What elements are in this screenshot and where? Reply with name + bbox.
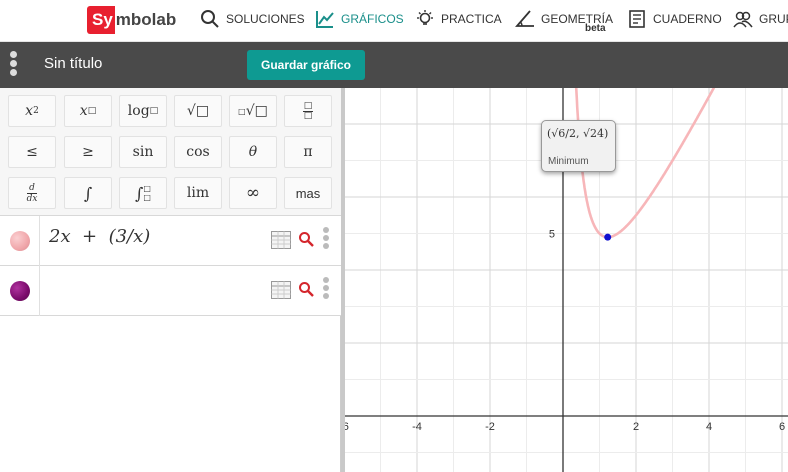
key-limit[interactable]: lim [174,177,222,209]
key-sin[interactable]: sin [119,136,167,168]
x-tick-label: -6 [345,421,349,433]
expression-gutter [0,216,40,266]
expression-options-icon[interactable] [323,277,331,307]
lightbulb-icon [417,10,433,25]
nav-grupos-label: GRUP [759,12,788,26]
zoom-to-fit-icon[interactable] [298,281,314,297]
key-fraction[interactable]: □ □ [284,95,332,127]
zoom-to-fit-icon[interactable] [298,231,314,247]
nav-cuaderno[interactable]: CUADERNO [627,8,722,30]
key-integral[interactable]: ∫ [64,177,112,209]
x-tick-label: -4 [412,421,422,433]
expression-row[interactable]: 2x + (3/x) [0,216,341,266]
y-tick-label: 5 [549,229,555,241]
x-tick-label: -2 [485,421,495,433]
key-x-squared[interactable]: x2 [8,95,56,127]
minimum-tooltip: (√6/2, √24) Minimum [541,120,616,172]
expression-input[interactable]: 2x + (3/x) [49,226,150,247]
key-more[interactable]: mas [284,177,332,209]
key-infinity[interactable]: ∞ [229,177,277,209]
menu-kebab-icon[interactable] [9,49,19,81]
nav-graficos[interactable]: GRÁFICOS [315,8,404,30]
notebook-icon [629,10,645,28]
key-cos[interactable]: cos [174,136,222,168]
key-log[interactable]: log □ [119,95,167,127]
graph-title-bar: Sin título Guardar gráfico [0,42,788,88]
nav-graficos-label: GRÁFICOS [341,12,404,26]
minimum-label: Minimum [548,156,589,167]
key-greater-equal[interactable]: ≥ [64,136,112,168]
expression-options-icon[interactable] [323,227,331,257]
key-derivative[interactable]: d dx [8,177,56,209]
x-tick-label: 6 [779,421,785,433]
expression-gutter [0,266,40,316]
expression-panel: x2 x □ log □ √□ □ √□ □ □ ≤ ≥ sin cos θ π d dx… [0,88,341,472]
save-graph-button[interactable]: Guardar gráfico [247,50,365,80]
expression-row[interactable] [0,266,341,316]
minimum-point [604,233,612,241]
table-icon[interactable] [271,231,291,249]
nav-practica[interactable]: PRACTICA [415,8,502,30]
key-less-equal[interactable]: ≤ [8,136,56,168]
beta-badge: beta [585,23,606,34]
chart-icon [316,11,334,28]
key-theta[interactable]: θ [229,136,277,168]
symbolab-logo[interactable]: Sy mbolab [87,6,176,34]
nav-soluciones[interactable]: SOLUCIONES [200,8,305,30]
nav-cuaderno-label: CUADERNO [653,12,722,26]
angle-icon [515,10,534,27]
nav-practica-label: PRACTICA [441,12,502,26]
color-swatch[interactable] [10,281,30,301]
nav-grupos[interactable]: GRUP [733,8,788,30]
graph-title[interactable]: Sin título [44,55,102,72]
color-swatch[interactable] [10,231,30,251]
key-nth-root[interactable]: □ √□ [229,95,277,127]
top-nav: Sy mbolab SOLUCIONES GRÁFICOS PRACTICA G… [0,0,788,42]
key-x-power[interactable]: x □ [64,95,112,127]
x-tick-label: 2 [633,421,639,433]
key-sqrt[interactable]: √□ [174,95,222,127]
x-tick-label: 4 [706,421,712,433]
logo-mark: Sy [87,6,115,34]
key-definite-integral[interactable]: ∫ □ □ [119,177,167,209]
logo-wordmark: mbolab [115,10,177,29]
group-icon [733,11,753,28]
nav-soluciones-label: SOLUCIONES [226,12,305,26]
search-icon [201,10,219,28]
math-keypad: x2 x □ log □ √□ □ √□ □ □ ≤ ≥ sin cos θ π d dx… [0,88,341,216]
table-icon[interactable] [271,281,291,299]
key-pi[interactable]: π [284,136,332,168]
minimum-point-label: (√6/2, √24) [547,127,609,140]
